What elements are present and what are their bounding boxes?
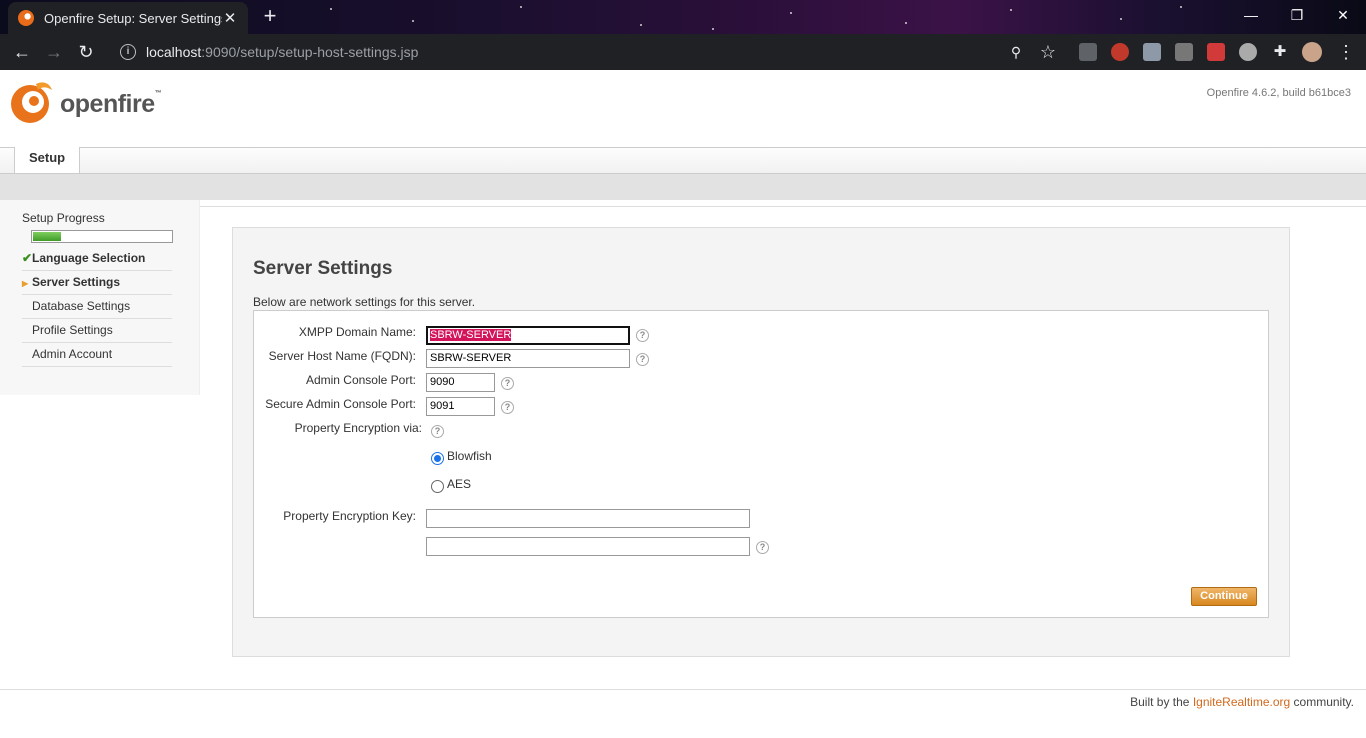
version-info: Openfire 4.6.2, build b61bce3 [1206,87,1351,99]
fqdn-label: Server Host Name (FQDN): [268,349,416,363]
url-host: localhost [146,44,202,60]
setup-sidebar: Setup Progress ✔ Language Selection ▶ Se… [0,200,200,395]
admin-port-label: Admin Console Port: [305,373,416,387]
extension-css-icon[interactable] [1175,43,1193,61]
back-arrow-icon[interactable]: ← [10,40,34,64]
encryption-key-input[interactable] [426,509,750,528]
domain-input[interactable]: SBRW-SERVER [426,326,630,345]
step-server-settings: ▶ Server Settings [22,271,172,295]
page-header: openfire™ Openfire 4.6.2, build b61bce3 [0,70,1366,148]
igniterealtime-link[interactable]: IgniteRealtime.org [1193,695,1290,709]
url-path: :9090/setup/setup-host-settings.jsp [201,44,419,60]
domain-label: XMPP Domain Name: [298,325,416,339]
check-icon: ✔ [22,251,33,265]
fqdn-help-icon[interactable]: ? [636,353,649,366]
encryption-key-label: Property Encryption Key: [283,509,416,523]
admin-port-input[interactable]: 9090 [426,373,495,392]
encryption-label: Property Encryption via: [294,421,422,435]
step-database-settings: Database Settings [22,295,172,319]
footer-prefix: Built by the [1130,695,1193,709]
ublock-extension-icon[interactable] [1079,43,1097,61]
step-profile-settings: Profile Settings [22,319,172,343]
forward-arrow-icon[interactable]: → [42,40,66,64]
tab-title: Openfire Setup: Server Settings [44,10,222,26]
profile-avatar[interactable] [1302,42,1322,62]
step-label: Profile Settings [32,323,113,337]
browser-tab-active[interactable]: Openfire Setup: Server Settings ✕ [8,2,248,34]
content-panel: Server Settings Below are network settin… [232,227,1290,657]
encryption-key-help-icon[interactable]: ? [756,541,769,554]
extension-red-icon[interactable] [1111,43,1129,61]
admin-port-help-icon[interactable]: ? [501,377,514,390]
browser-titlebar: Openfire Setup: Server Settings ✕ + — ❐ … [0,0,1366,34]
page-footer: Built by the IgniteRealtime.org communit… [1130,695,1354,709]
blowfish-radio[interactable] [431,452,444,465]
browser-toolbar: ← → ↻ i localhost:9090/setup/setup-host-… [0,34,1366,70]
extension-gallery-icon[interactable] [1143,43,1161,61]
secure-port-help-icon[interactable]: ? [501,401,514,414]
openfire-logo-icon [11,82,52,123]
page-description: Below are network settings for this serv… [253,295,476,309]
step-label: Language Selection [32,251,146,265]
address-bar[interactable]: i localhost:9090/setup/setup-host-settin… [110,38,1068,66]
extensions-puzzle-icon[interactable]: ✚ [1271,43,1289,61]
tab-setup[interactable]: Setup [14,147,81,173]
openfire-logo-text: openfire™ [60,90,162,118]
current-step-arrow-icon: ▶ [22,279,29,288]
fqdn-input[interactable]: SBRW-SERVER [426,349,630,368]
extension-pdf-icon[interactable] [1207,43,1225,61]
page-title: Server Settings [253,258,393,279]
step-label: Admin Account [32,347,113,361]
bookmark-star-icon[interactable]: ☆ [1036,40,1060,64]
divider [196,206,1366,207]
step-language-selection[interactable]: ✔ Language Selection [22,247,172,271]
continue-button[interactable]: Continue [1191,587,1257,606]
reload-icon[interactable]: ↻ [74,40,98,64]
minimize-button[interactable]: — [1228,0,1274,30]
site-info-icon[interactable]: i [120,44,136,60]
aes-label: AES [447,477,472,491]
sub-nav-bar [0,174,1366,200]
domain-value: SBRW-SERVER [430,329,512,341]
new-tab-button[interactable]: + [256,4,284,30]
openfire-favicon-icon [18,10,34,26]
blowfish-label: Blowfish [447,449,492,463]
extension-reddit-icon[interactable] [1239,43,1257,61]
close-window-button[interactable]: ✕ [1320,0,1366,30]
setup-progress-bar [31,230,173,243]
encryption-key-confirm-input[interactable] [426,537,750,556]
browser-menu-icon[interactable]: ⋮ [1334,40,1358,64]
server-settings-form: XMPP Domain Name: SBRW-SERVER ? Server H… [253,310,1269,618]
setup-steps-list: ✔ Language Selection ▶ Server Settings D… [22,247,172,367]
step-label: Server Settings [32,275,121,289]
key-icon[interactable]: ⚲ [1004,40,1028,64]
main-tab-bar: Setup [0,147,1366,174]
footer-divider [0,689,1366,690]
domain-help-icon[interactable]: ? [636,329,649,342]
step-admin-account: Admin Account [22,343,172,367]
secure-port-input[interactable]: 9091 [426,397,495,416]
secure-port-label: Secure Admin Console Port: [265,397,416,411]
footer-suffix: community. [1290,695,1354,709]
aes-radio[interactable] [431,480,444,493]
maximize-button[interactable]: ❐ [1274,0,1320,30]
progress-fill [33,232,61,241]
encryption-help-icon[interactable]: ? [431,425,444,438]
tab-close-icon[interactable]: ✕ [222,9,238,27]
step-label: Database Settings [32,299,131,313]
setup-progress-title: Setup Progress [22,211,105,225]
